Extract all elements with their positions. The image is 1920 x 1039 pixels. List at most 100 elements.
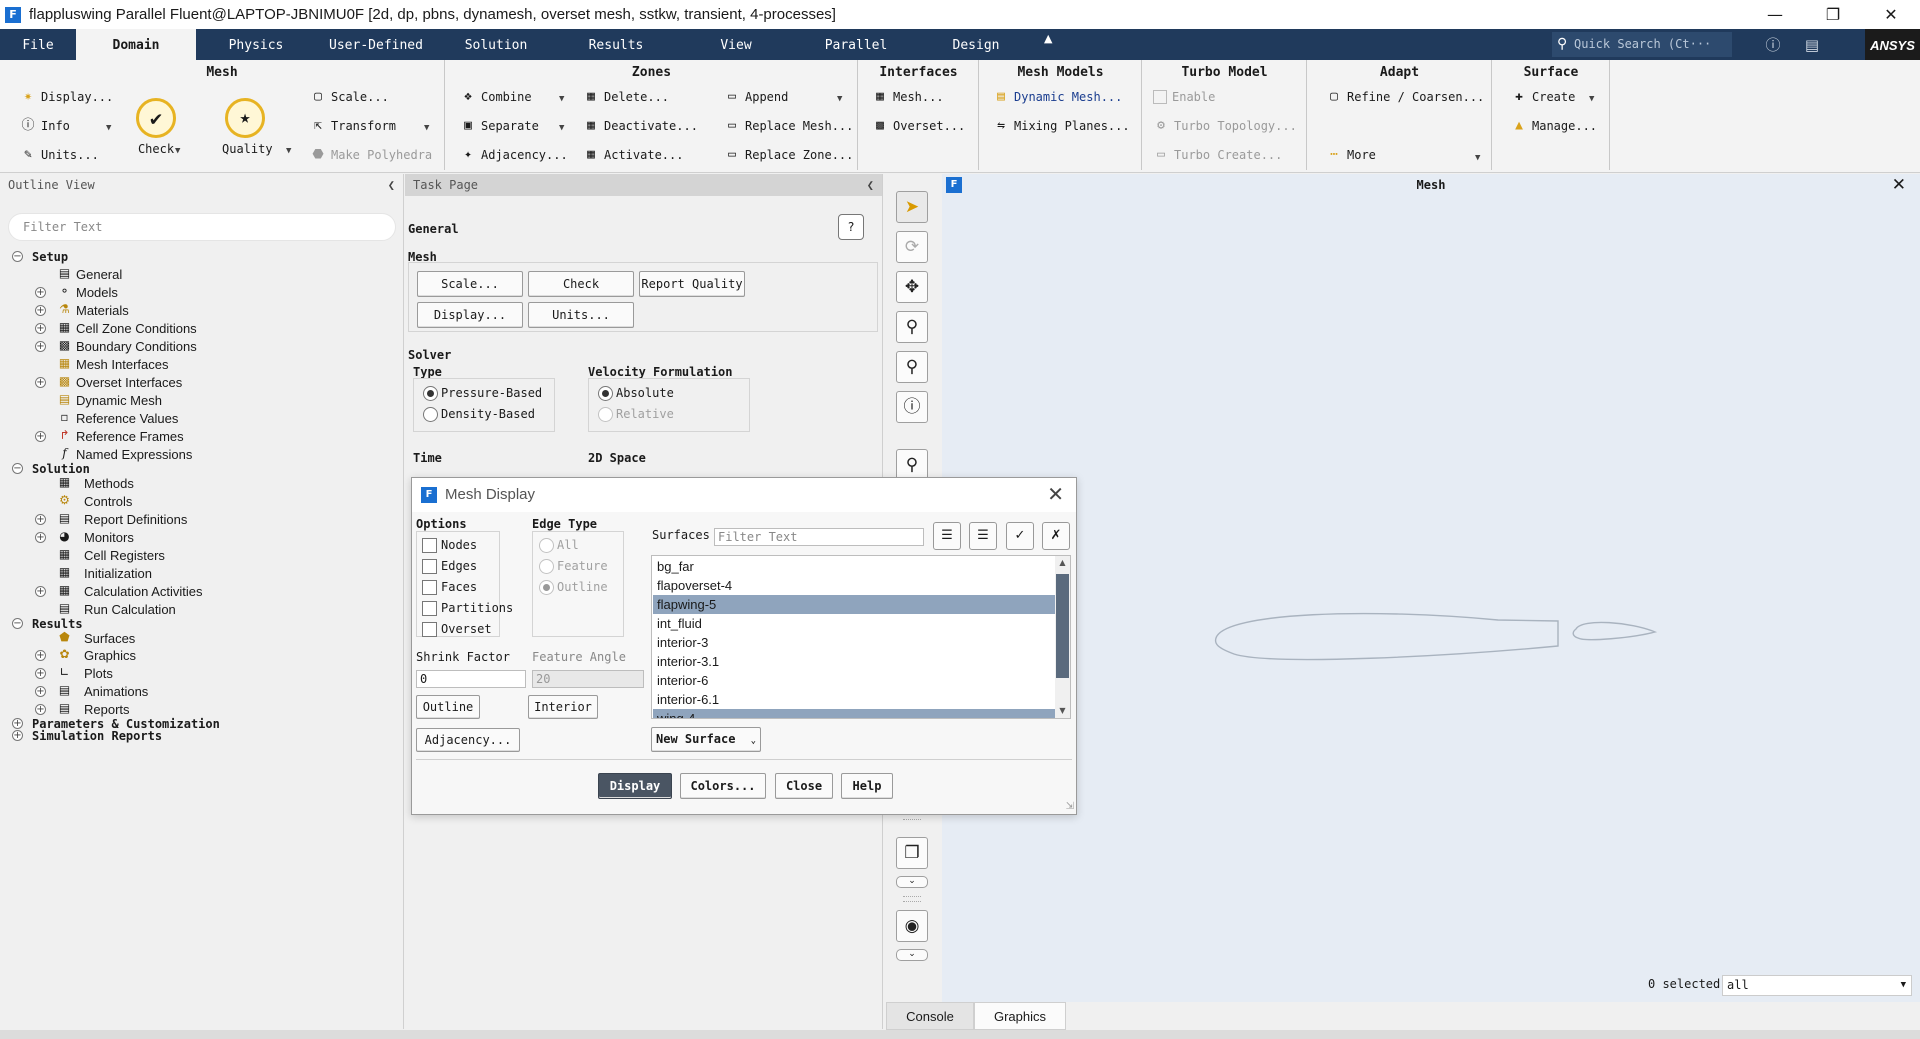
shrink-factor-input[interactable]: 0 bbox=[416, 670, 526, 688]
expand-icon[interactable]: + bbox=[35, 431, 46, 442]
expand-icon[interactable]: + bbox=[35, 287, 46, 298]
make-polyhedra-button[interactable]: ⬣ Make Polyhedra bbox=[310, 145, 432, 165]
chevron-down-icon[interactable]: ▼ bbox=[559, 94, 564, 104]
tree-item-dynamic-mesh[interactable]: Dynamic Mesh bbox=[76, 392, 162, 410]
expand-icon[interactable]: + bbox=[12, 730, 23, 741]
list-item[interactable]: flapwing-5 bbox=[653, 595, 1056, 614]
tab-file[interactable]: File bbox=[0, 29, 76, 60]
expand-icon[interactable]: + bbox=[35, 305, 46, 316]
expand-icon[interactable]: + bbox=[35, 532, 46, 543]
tree-item-controls[interactable]: Controls bbox=[84, 493, 132, 511]
select-filter-icon[interactable]: ☰ bbox=[933, 522, 961, 550]
surfaces-filter-input[interactable]: Filter Text bbox=[714, 528, 924, 546]
resize-grip-icon[interactable]: ⇲ bbox=[1066, 801, 1074, 812]
adjacency-button[interactable]: ✦ Adjacency... bbox=[460, 145, 568, 165]
separate-button[interactable]: ▣ Separate bbox=[460, 116, 539, 136]
chevron-down-icon[interactable]: ▼ bbox=[1475, 153, 1480, 163]
chevron-down-icon[interactable]: ▼ bbox=[424, 123, 429, 133]
tree-item-plots[interactable]: Plots bbox=[84, 665, 113, 683]
chevron-down-icon[interactable]: ▼ bbox=[175, 146, 180, 156]
tab-physics[interactable]: Physics bbox=[196, 29, 316, 60]
list-item[interactable]: interior-6.1 bbox=[653, 690, 1056, 709]
tab-results[interactable]: Results bbox=[556, 29, 676, 60]
list-item[interactable]: interior-3.1 bbox=[653, 652, 1056, 671]
display-button[interactable]: Display bbox=[598, 773, 672, 799]
turbo-enable-checkbox[interactable]: Enable bbox=[1153, 87, 1215, 107]
density-based-radio[interactable]: Density-Based bbox=[421, 405, 535, 423]
tree-item-named-expressions[interactable]: Named Expressions bbox=[76, 446, 192, 464]
tab-solution[interactable]: Solution bbox=[436, 29, 556, 60]
tree-item-boundary-conditions[interactable]: Boundary Conditions bbox=[76, 338, 197, 356]
chevron-down-icon[interactable]: ▼ bbox=[286, 146, 291, 156]
list-item[interactable]: bg_far bbox=[653, 557, 1056, 576]
expand-icon[interactable]: + bbox=[35, 668, 46, 679]
turbo-create-button[interactable]: ▭ Turbo Create... bbox=[1153, 145, 1282, 165]
replace-zone-button[interactable]: ▭ Replace Zone... bbox=[724, 145, 853, 165]
refine-coarsen-button[interactable]: ▢ Refine / Coarsen... bbox=[1326, 87, 1484, 107]
close-icon[interactable]: ✕ bbox=[1047, 482, 1064, 506]
new-surface-button[interactable]: New Surface ⌄ bbox=[651, 727, 761, 752]
faces-checkbox[interactable]: Faces bbox=[420, 578, 477, 596]
mesh-display-button[interactable]: ✷ Display... bbox=[20, 87, 113, 107]
dynamic-mesh-button[interactable]: ▤ Dynamic Mesh... bbox=[993, 87, 1122, 107]
tab-console[interactable]: Console bbox=[886, 1002, 974, 1030]
collapse-ribbon-icon[interactable]: ▲ bbox=[1044, 32, 1052, 45]
outline-filter-input[interactable]: Filter Text bbox=[8, 213, 396, 241]
collapse-panel-icon[interactable]: ❮ bbox=[388, 174, 395, 196]
nodes-checkbox[interactable]: Nodes bbox=[420, 536, 477, 554]
help-icon[interactable]: ⓘ bbox=[1762, 34, 1784, 56]
mesh-units-button[interactable]: ✎ Units... bbox=[20, 145, 99, 165]
relative-radio[interactable]: Relative bbox=[596, 405, 674, 423]
list-item[interactable]: interior-6 bbox=[653, 671, 1056, 690]
chevron-down-icon[interactable]: ▼ bbox=[559, 123, 564, 133]
collapse-icon[interactable]: − bbox=[12, 618, 23, 629]
help-button[interactable]: Help bbox=[841, 773, 893, 799]
deselect-all-icon[interactable]: ✗ bbox=[1042, 522, 1070, 550]
close-icon[interactable]: ✕ bbox=[1892, 175, 1906, 195]
close-button[interactable]: Close bbox=[775, 773, 833, 799]
tree-item-graphics[interactable]: Graphics bbox=[84, 647, 136, 665]
list-item[interactable]: flapoverset-4 bbox=[653, 576, 1056, 595]
edge-feature-radio[interactable]: Feature bbox=[537, 557, 608, 575]
expand-icon[interactable]: + bbox=[35, 686, 46, 697]
tree-item-general[interactable]: General bbox=[76, 266, 122, 284]
notes-icon[interactable]: ▤ bbox=[1801, 34, 1823, 56]
probe-info-icon[interactable]: ⓘ bbox=[896, 391, 928, 423]
tree-item-reference-frames[interactable]: Reference Frames bbox=[76, 428, 184, 446]
tree-item-methods[interactable]: Methods bbox=[84, 475, 134, 493]
expand-icon[interactable]: + bbox=[12, 718, 23, 729]
tree-item-cell-zone-conditions[interactable]: Cell Zone Conditions bbox=[76, 320, 197, 338]
pressure-based-radio[interactable]: Pressure-Based bbox=[421, 384, 542, 402]
feature-angle-input[interactable]: 20 bbox=[532, 670, 644, 688]
outline-button[interactable]: Outline bbox=[416, 695, 480, 719]
tree-item-initialization[interactable]: Initialization bbox=[84, 565, 152, 583]
tree-section-simulation-reports[interactable]: Simulation Reports bbox=[32, 727, 162, 745]
surface-create-button[interactable]: ✚ Create bbox=[1511, 87, 1575, 107]
tree-item-mesh-interfaces[interactable]: Mesh Interfaces bbox=[76, 356, 169, 374]
tab-domain[interactable]: Domain bbox=[76, 29, 196, 60]
selection-filter-select[interactable]: all ▼ bbox=[1722, 975, 1912, 996]
view-eye-icon[interactable]: ◉ bbox=[896, 910, 928, 942]
collapse-icon[interactable]: − bbox=[12, 463, 23, 474]
expand-icon[interactable]: + bbox=[35, 650, 46, 661]
tab-graphics[interactable]: Graphics bbox=[974, 1002, 1066, 1030]
quick-search-input[interactable]: ⚲ Quick Search (Ct··· bbox=[1552, 32, 1732, 57]
adjacency-button[interactable]: Adjacency... bbox=[416, 728, 520, 752]
zoom-box-icon[interactable]: ⚲ bbox=[896, 351, 928, 383]
interior-button[interactable]: Interior bbox=[528, 695, 598, 719]
edge-outline-radio[interactable]: Outline bbox=[537, 578, 608, 596]
help-icon[interactable]: ? bbox=[838, 214, 864, 240]
append-button[interactable]: ▭ Append bbox=[724, 87, 788, 107]
tree-item-run-calculation[interactable]: Run Calculation bbox=[84, 601, 176, 619]
chevron-down-icon[interactable]: ▼ bbox=[837, 94, 842, 104]
deactivate-zone-button[interactable]: ▦ Deactivate... bbox=[583, 116, 698, 136]
colors-button[interactable]: Colors... bbox=[680, 773, 766, 799]
delete-zone-button[interactable]: ▦ Delete... bbox=[583, 87, 669, 107]
select-pointer-icon[interactable]: ➤ bbox=[896, 191, 928, 223]
tab-design[interactable]: Design bbox=[916, 29, 1036, 60]
mesh-info-button[interactable]: ⓘ Info bbox=[20, 116, 69, 136]
activate-zone-button[interactable]: ▦ Activate... bbox=[583, 145, 683, 165]
select-all-icon[interactable]: ✓ bbox=[1006, 522, 1034, 550]
rotate-icon[interactable]: ⟳ bbox=[896, 231, 928, 263]
tree-item-surfaces[interactable]: Surfaces bbox=[84, 630, 135, 648]
